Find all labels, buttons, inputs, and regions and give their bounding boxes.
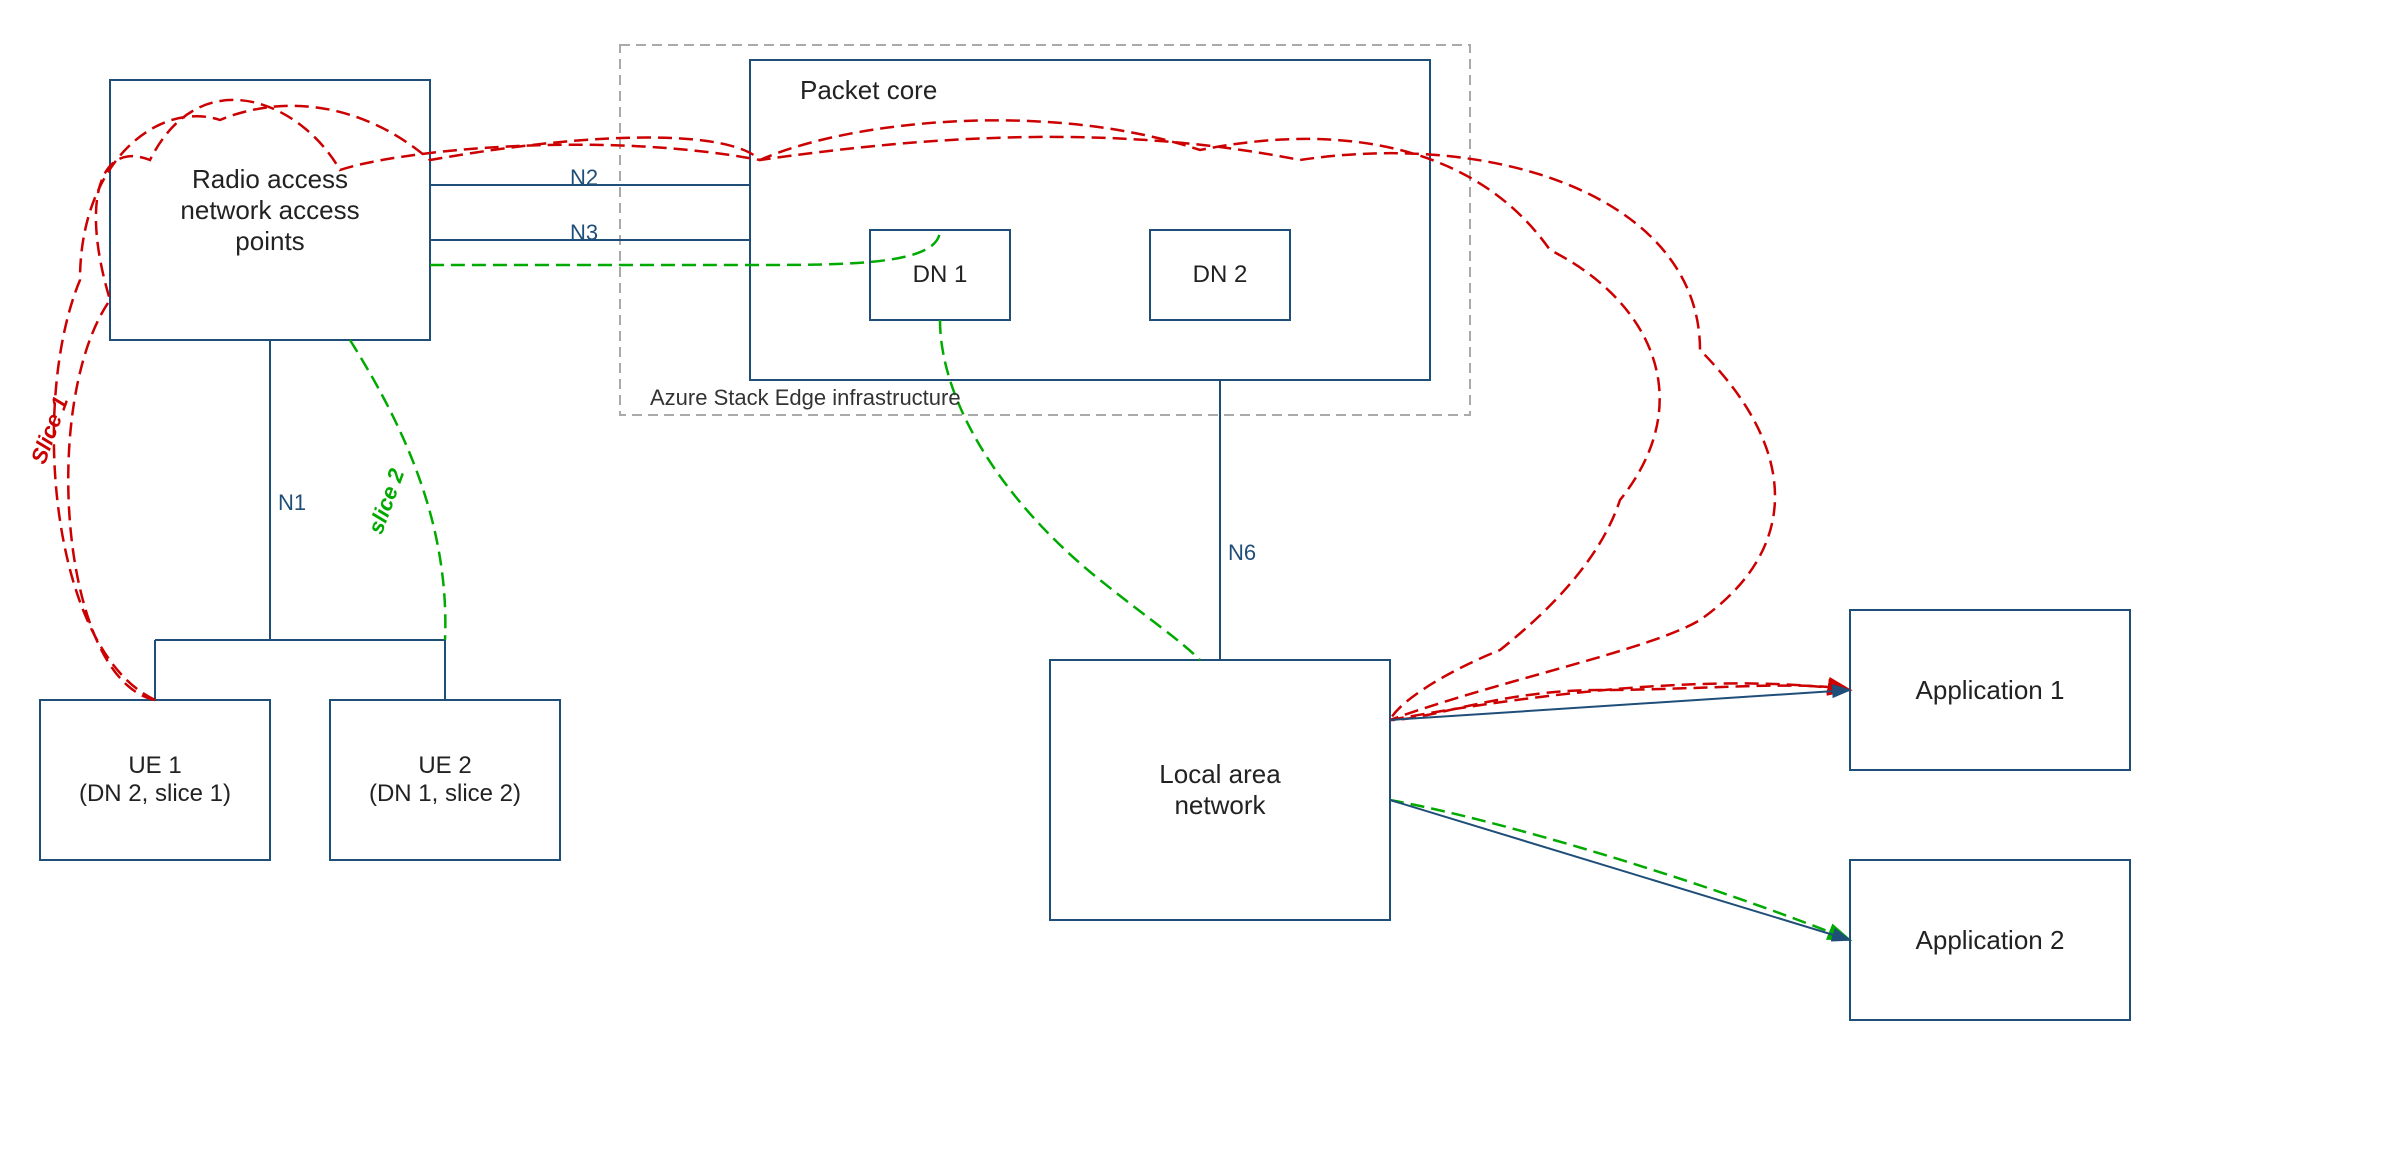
- dn2-label: DN 2: [1150, 230, 1290, 320]
- app1-label: Application 1: [1850, 610, 2130, 770]
- azure-stack-border: [620, 45, 1470, 415]
- packet-core-box: [750, 60, 1430, 380]
- dn1-label: DN 1: [870, 230, 1010, 320]
- ue1-label: UE 1 (DN 2, slice 1): [40, 700, 270, 860]
- ran-label: Radio access network access points: [110, 80, 430, 340]
- diagram-container: Radio access network access points Packe…: [0, 0, 2408, 1154]
- ue2-label: UE 2 (DN 1, slice 2): [330, 700, 560, 860]
- lan-to-app2-line: [1390, 800, 1850, 940]
- n2-label: N2: [570, 165, 598, 191]
- lan-to-app1-line: [1390, 690, 1850, 720]
- packet-core-label: Packet core: [800, 75, 937, 106]
- n6-label: N6: [1228, 540, 1256, 566]
- slice2-to-lan: [940, 320, 1200, 660]
- n1-label: N1: [278, 490, 306, 516]
- slice2-green-n3-to-dn1: [430, 230, 940, 265]
- app2-label: Application 2: [1850, 860, 2130, 1020]
- azure-stack-label: Azure Stack Edge infrastructure: [650, 385, 961, 411]
- n3-label: N3: [570, 220, 598, 246]
- lan-label: Local area network: [1050, 660, 1390, 920]
